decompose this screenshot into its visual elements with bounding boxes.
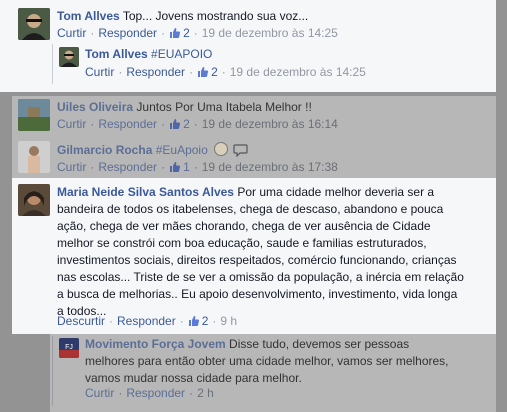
like-count[interactable]: 1 — [169, 160, 190, 174]
comment-body-line: vamos mudar nossa cidade para melhor. — [85, 371, 302, 385]
reply-link[interactable]: Responder — [126, 386, 185, 400]
hashtag-link[interactable]: #EUAPOIO — [151, 47, 212, 61]
comment-author[interactable]: Gilmarcio Rocha — [57, 143, 152, 157]
comment-text: Gilmarcio Rocha #EuApoio — [57, 142, 487, 159]
avatar[interactable] — [18, 99, 50, 131]
comment-text: Movimento Força Jovem Disse tudo, devemo… — [85, 336, 495, 387]
reply-link[interactable]: Responder — [117, 314, 176, 328]
comment-author[interactable]: Tom Allves — [57, 9, 120, 23]
like-count[interactable]: 2 — [169, 117, 190, 131]
avatar-image: FJ — [59, 338, 79, 358]
thumbs-up-icon — [170, 162, 181, 172]
comment-actions: Curtir · Responder · 2 h — [85, 386, 214, 400]
comment-actions: Curtir · Responder · 1 · 19 de dezembro às 17:… — [57, 160, 338, 174]
comment-text: Tom Allves #EUAPOIO — [85, 46, 485, 63]
chat-bubble-icon — [233, 144, 249, 157]
like-link[interactable]: Curtir — [57, 160, 86, 174]
comment-time[interactable]: 19 de dezembro às 14:25 — [202, 26, 338, 40]
like-link[interactable]: Curtir — [57, 26, 86, 40]
comment-author[interactable]: Maria Neide Silva Santos Alves — [57, 185, 234, 199]
reply-link[interactable]: Responder — [98, 160, 157, 174]
avatar[interactable]: FJ — [59, 338, 79, 358]
comment-body-line: melhores para então obter uma cidade mel… — [85, 354, 449, 368]
smiley-icon — [214, 142, 229, 156]
comment-body: Juntos Por Uma Itabela Melhor !! — [136, 100, 312, 114]
comment-body-line: bandeira de todos os itabelenses, chega … — [57, 202, 444, 216]
avatar-image — [18, 184, 50, 216]
comment-time[interactable]: 19 de dezembro às 17:38 — [202, 160, 338, 174]
like-link[interactable]: Curtir — [57, 117, 86, 131]
svg-text:FJ: FJ — [65, 344, 73, 351]
avatar-image — [18, 99, 50, 131]
like-count[interactable]: 2 — [169, 26, 190, 40]
comment-body-line: nas escolas... Triste de se ver a omissã… — [57, 270, 464, 284]
comment-body-line: a busca de melhorias.. Eu apoio desenvol… — [57, 287, 458, 301]
like-link[interactable]: Curtir — [85, 386, 114, 400]
thumbs-up-icon — [170, 28, 181, 38]
comment-body-line: Disse tudo, devemos ser pessoas — [229, 337, 410, 351]
avatar[interactable] — [18, 141, 50, 173]
reply-link[interactable]: Responder — [98, 26, 157, 40]
reply-link[interactable]: Responder — [126, 65, 185, 79]
avatar[interactable] — [18, 8, 50, 40]
thumbs-up-icon — [198, 67, 209, 77]
comment-actions: Descurtir · Responder · 2 · 9 h — [57, 314, 238, 328]
thumbs-up-icon — [188, 316, 199, 326]
reply-divider — [52, 336, 53, 406]
comment-body-line: ação, chega de ver mães chorando, chega … — [57, 219, 431, 233]
comment-body: Top... Jovens mostrando sua voz... — [122, 9, 309, 23]
comment-author[interactable]: Tom Allves — [85, 47, 148, 61]
comment-time[interactable]: 19 de dezembro às 14:25 — [230, 65, 366, 79]
reply-divider — [52, 44, 53, 84]
comment-text: Tom Allves Top... Jovens mostrando sua v… — [57, 8, 487, 25]
comment-actions: Curtir · Responder · 2 · 19 de dezembro às 14:… — [85, 65, 366, 79]
comment-body-line: investimentos sociais, direitos respeita… — [57, 253, 457, 267]
reply-link[interactable]: Responder — [98, 117, 157, 131]
comment-author[interactable]: Uiles Oliveira — [57, 100, 133, 114]
unlike-link[interactable]: Descurtir — [57, 314, 105, 328]
avatar[interactable] — [18, 184, 50, 216]
thumbs-up-icon — [170, 119, 181, 129]
like-count[interactable]: 2 — [188, 314, 208, 328]
comment-time[interactable]: 2 h — [197, 386, 214, 400]
avatar-image — [18, 8, 50, 40]
avatar[interactable] — [59, 47, 79, 67]
comment-author[interactable]: Movimento Força Jovem — [85, 337, 226, 351]
hashtag-link[interactable]: #EuApoio — [156, 143, 208, 157]
comment-text: Uiles Oliveira Juntos Por Uma Itabela Me… — [57, 99, 487, 116]
comment-actions: Curtir · Responder · 2 · 19 de dezembro às 14:… — [57, 26, 338, 40]
like-link[interactable]: Curtir — [85, 65, 114, 79]
avatar-image — [18, 141, 50, 173]
comment-actions: Curtir · Responder · 2 · 19 de dezembro às 16:… — [57, 117, 338, 131]
comment-body-line: Por uma cidade melhor deveria ser a — [237, 185, 435, 199]
avatar-image — [59, 47, 79, 67]
like-count[interactable]: 2 — [197, 65, 218, 79]
comment-time[interactable]: 19 de dezembro às 16:14 — [202, 117, 338, 131]
comment-body-line: melhor se constrói com boa educação, sau… — [57, 236, 427, 250]
comment-text: Maria Neide Silva Santos Alves Por uma c… — [57, 184, 489, 320]
comment-time[interactable]: 9 h — [220, 314, 237, 328]
